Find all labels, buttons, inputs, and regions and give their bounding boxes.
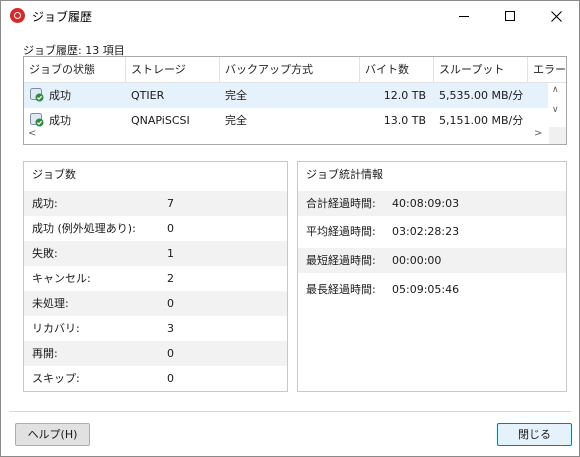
job-count-label: キャンセル: [32,272,91,285]
job-stat-label: 合計経過時間: [306,197,376,210]
table-header: ジョブの状態 ストレージ バックアップ方式 バイト数 スループット エラー [24,57,566,83]
scrollbar-corner [549,127,566,144]
storage-cell: QTIER [131,89,165,102]
job-count-value: 0 [167,347,174,360]
column-header-status[interactable]: ジョブの状態 [24,57,126,83]
job-count-value: 0 [167,372,174,385]
job-count-row: リカバリ: 3 [24,316,287,341]
job-stat-row: 最短経過時間: 00:00:00 [298,248,566,273]
job-count-value: 0 [167,297,174,310]
job-count-row: 成功: 7 [24,191,287,216]
job-count-label: 成功: [32,197,58,210]
job-count-label: スキップ: [32,372,80,385]
job-count-value: 0 [167,222,174,235]
column-header-bytes[interactable]: バイト数 [360,57,434,83]
job-stat-value: 40:08:09:03 [392,197,460,210]
scroll-up-icon[interactable]: ∧ [552,85,559,95]
backup-method-cell: 完全 [225,89,247,102]
maximize-button[interactable] [487,1,533,31]
job-stat-row: 平均経過時間: 03:02:28:23 [298,219,566,244]
job-count-value: 3 [167,322,174,335]
minimize-button[interactable] [441,1,487,31]
job-history-window: ジョブ履歴 ジョブ履歴: 13 項目 ジョブの状態 ストレージ バックアップ方式… [0,0,580,457]
column-header-backup-method[interactable]: バックアップ方式 [220,57,360,83]
job-count-value: 2 [167,272,174,285]
help-button[interactable]: ヘルプ(H) [15,423,90,446]
job-count-label: 再開: [32,347,58,360]
job-count-label: リカバリ: [32,322,80,335]
job-count-row: 再開: 0 [24,341,287,366]
maximize-icon [505,11,515,21]
job-stat-label: 平均経過時間: [306,225,376,238]
job-stats-heading: ジョブ統計情報 [298,162,566,188]
job-count-value: 7 [167,197,174,210]
column-header-storage[interactable]: ストレージ [126,57,220,83]
job-stat-value: 00:00:00 [392,254,442,267]
column-header-throughput[interactable]: スループット [434,57,528,83]
job-count-row: スキップ: 0 [24,366,287,391]
scroll-left-icon[interactable]: < [28,128,36,139]
table-row[interactable]: 成功 QTIER 完全 12.0 TB 5,535.00 MB/分 [24,83,548,108]
window-title: ジョブ履歴 [32,10,93,24]
job-count-row: 未処理: 0 [24,291,287,316]
job-stat-label: 最短経過時間: [306,254,376,267]
job-stat-value: 05:09:05:46 [392,283,460,296]
success-check-icon [30,88,44,102]
column-header-error[interactable]: エラー [528,57,566,83]
job-stat-row: 最長経過時間: 05:09:05:46 [298,277,566,302]
title-bar: ジョブ履歴 [1,1,579,31]
job-stat-label: 最長経過時間: [306,283,376,296]
job-count-row: 失敗: 1 [24,241,287,266]
footer-divider [9,411,571,412]
close-button[interactable]: 閉じる [497,423,572,446]
app-logo-icon [10,8,25,23]
job-count-label: 未処理: [32,297,69,310]
job-count-label: 成功 (例外処理あり): [32,222,136,235]
throughput-cell: 5,535.00 MB/分 [439,89,524,102]
close-icon [550,10,562,22]
minimize-icon [459,15,469,17]
job-stat-value: 03:02:28:23 [392,225,460,238]
job-history-table[interactable]: ジョブの状態 ストレージ バックアップ方式 バイト数 スループット エラー 成功… [23,56,567,145]
job-count-row: キャンセル: 2 [24,266,287,291]
bytes-cell: 12.0 TB [383,89,426,102]
close-window-button[interactable] [533,1,579,31]
job-count-value: 1 [167,247,174,260]
job-counts-heading: ジョブ数 [24,162,287,188]
job-stats-panel: ジョブ統計情報 合計経過時間: 40:08:09:03 平均経過時間: 03:0… [297,161,567,392]
job-count-label: 失敗: [32,247,58,260]
success-check-icon [30,113,44,127]
job-counts-panel: ジョブ数 成功: 7 成功 (例外処理あり): 0 失敗: 1 キャンセル: 2… [23,161,288,392]
vertical-scrollbar[interactable]: ∧ ∨ [549,83,566,119]
job-count-row: 成功 (例外処理あり): 0 [24,216,287,241]
scroll-down-icon[interactable]: ∨ [552,105,559,115]
job-stat-row: 合計経過時間: 40:08:09:03 [298,191,566,216]
status-cell: 成功 [49,89,71,102]
scroll-right-icon[interactable]: > [534,128,542,139]
horizontal-scrollbar[interactable]: < > [24,127,548,144]
